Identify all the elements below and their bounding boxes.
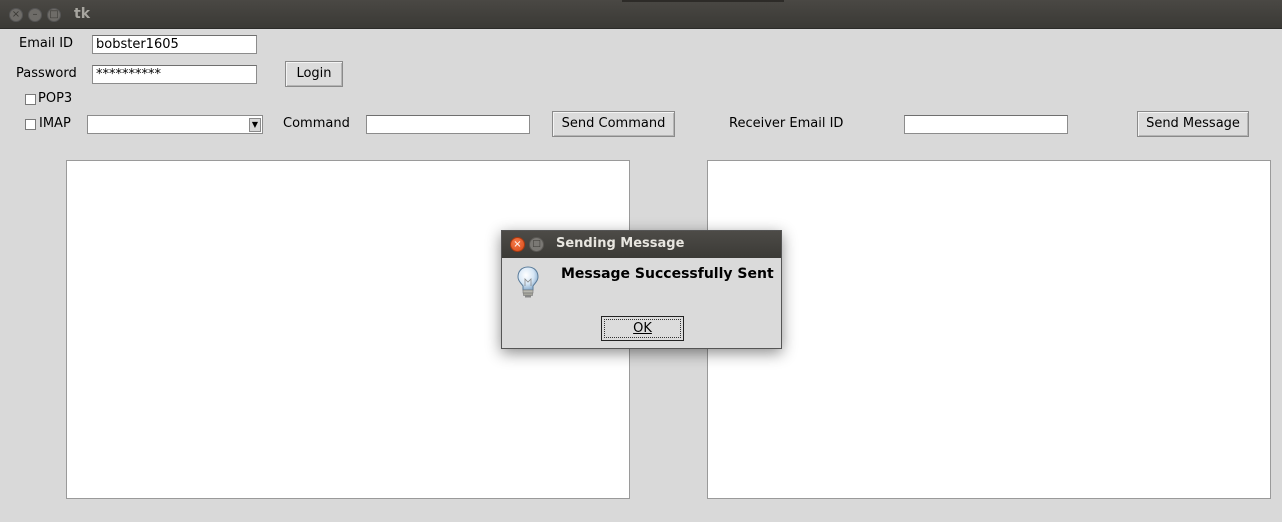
dialog-maximize-icon[interactable]: □ [529, 237, 544, 252]
password-label: Password [16, 66, 77, 81]
dialog-title: Sending Message [556, 236, 685, 251]
titlebar-strip [622, 0, 784, 2]
window-titlebar: × – □ tk [0, 0, 1282, 29]
sending-message-dialog: × □ Sending Message Message Successfully… [501, 230, 782, 349]
window-title: tk [74, 6, 91, 22]
pop3-label: POP3 [38, 91, 73, 106]
minimize-icon[interactable]: – [28, 8, 42, 22]
ok-button[interactable]: OK [601, 316, 684, 341]
dialog-message: Message Successfully Sent [561, 266, 774, 282]
imap-label: IMAP [39, 116, 71, 131]
password-field[interactable]: ********** [92, 65, 257, 84]
dialog-close-icon[interactable]: × [510, 237, 525, 252]
receiver-email-label: Receiver Email ID [729, 116, 844, 131]
command-input[interactable] [366, 115, 530, 134]
pop3-checkbox[interactable] [25, 94, 36, 105]
receiver-email-input[interactable] [904, 115, 1068, 134]
send-message-button[interactable]: Send Message [1137, 111, 1249, 137]
login-button[interactable]: Login [285, 61, 343, 87]
chevron-down-icon[interactable]: ▼ [249, 118, 261, 132]
ok-button-label: OK [633, 321, 652, 336]
email-field[interactable]: bobster1605 [92, 35, 257, 54]
send-command-button[interactable]: Send Command [552, 111, 675, 137]
dialog-titlebar: × □ Sending Message [502, 231, 781, 258]
lightbulb-icon [515, 265, 541, 303]
imap-checkbox[interactable] [25, 119, 36, 130]
maximize-icon[interactable]: □ [47, 8, 61, 22]
command-label: Command [283, 116, 350, 131]
imap-combobox[interactable]: ▼ [87, 115, 263, 134]
email-label: Email ID [19, 36, 74, 51]
close-icon[interactable]: × [9, 8, 23, 22]
message-textarea[interactable] [707, 160, 1271, 499]
